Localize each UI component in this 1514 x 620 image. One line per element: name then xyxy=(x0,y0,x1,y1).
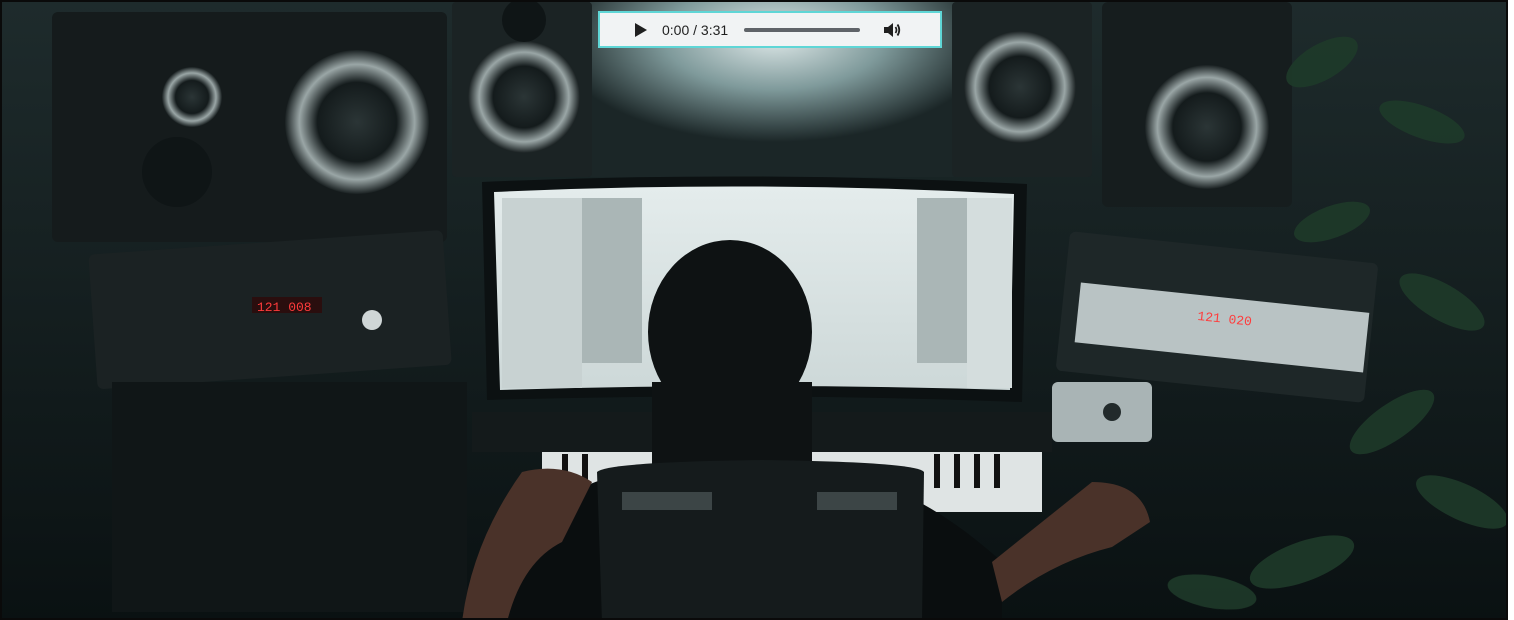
studio-background-image: 121 008 121 020 xyxy=(2,2,1506,618)
progress-slider[interactable] xyxy=(744,27,861,32)
volume-button[interactable] xyxy=(884,21,902,39)
time-display: 0:00 / 3:31 xyxy=(662,21,729,38)
audio-player[interactable]: 0:00 / 3:31 xyxy=(598,11,942,48)
play-button[interactable] xyxy=(634,22,648,37)
volume-icon xyxy=(884,22,901,37)
svg-text:121 008: 121 008 xyxy=(257,300,312,315)
page-frame: 121 008 121 020 0:00 / 3:31 xyxy=(0,0,1508,620)
play-icon xyxy=(635,22,647,37)
